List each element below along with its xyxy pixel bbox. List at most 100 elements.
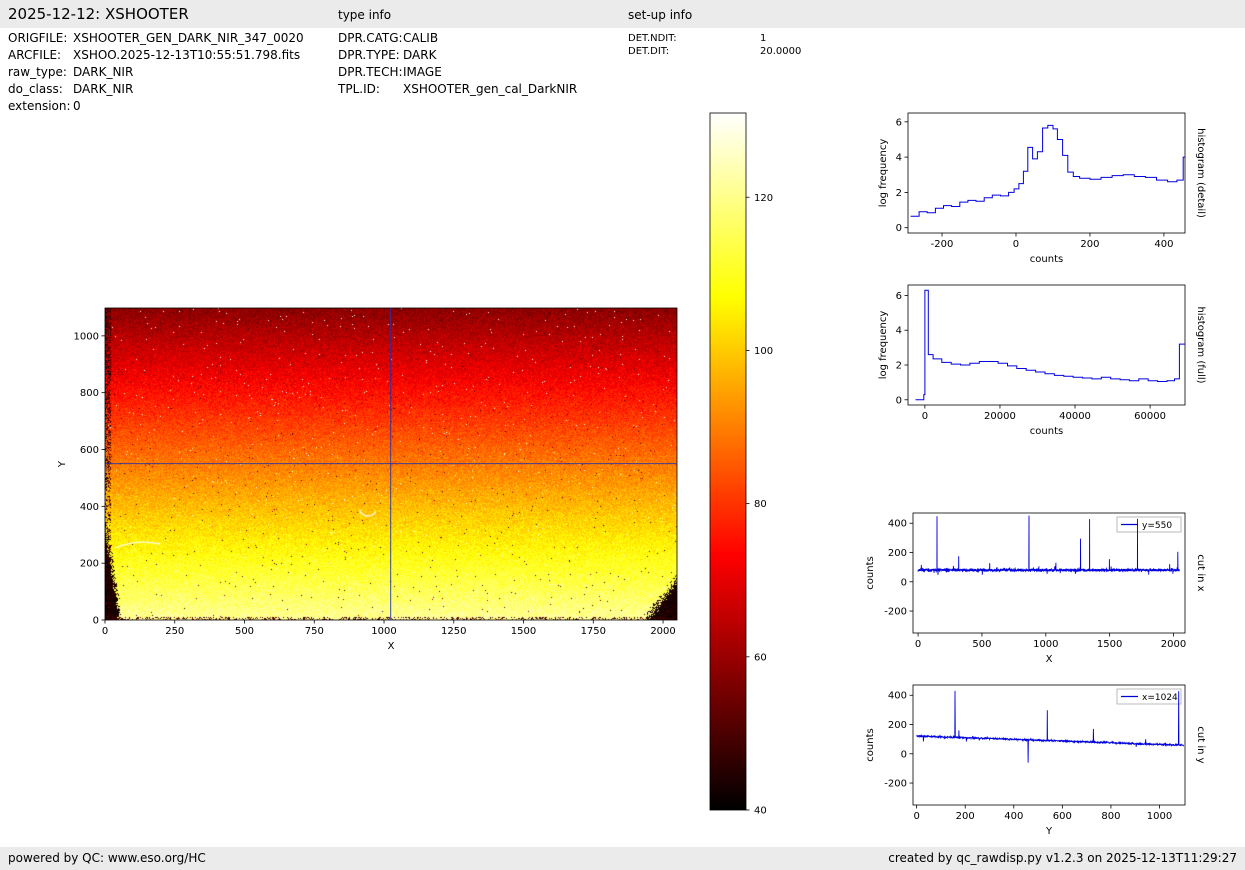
right-axis-label: histogram (detail)	[1195, 128, 1206, 218]
y-tick-label: 200	[888, 720, 907, 731]
field-value: XSHOO.2025-12-13T10:55:51.798.fits	[73, 48, 300, 62]
field-label: TPL.ID:	[338, 82, 403, 96]
axes-hist_detail: -20002004000246countslog frequencyhistog…	[878, 113, 1206, 265]
field-label: DPR.TYPE:	[338, 48, 403, 62]
field-value: 1	[760, 33, 766, 44]
y-tick-label: 0	[901, 749, 907, 760]
x-tick-label: 500	[972, 639, 991, 650]
x-tick-label: 40000	[1059, 411, 1091, 422]
y-axis-label: log frequency	[878, 311, 889, 380]
right-axis-label: cut in y	[1195, 726, 1206, 763]
x-tick-label: 0	[1013, 239, 1019, 250]
x-tick-label: 800	[1101, 811, 1120, 822]
x-axis-label: counts	[1030, 426, 1063, 437]
right-axis-label: cut in x	[1195, 554, 1206, 591]
x-tick-label: 0	[922, 411, 928, 422]
x-tick-label: 1750	[581, 626, 606, 637]
field-label: DPR.TECH:	[338, 65, 403, 79]
colorbar-tick-label: 40	[754, 806, 767, 817]
legend-cut_x: y=550	[1117, 517, 1181, 532]
field-value: DARK	[403, 48, 436, 62]
series-hist_full	[916, 290, 1186, 400]
x-tick-label: 250	[165, 626, 184, 637]
report-title: 2025-12-12: XSHOOTER	[8, 5, 189, 23]
x-tick-label: 1500	[1097, 639, 1122, 650]
y-axis-label: Y	[57, 460, 68, 468]
axes-cut_y: 02004006008001000-2000200400Ycountscut i…	[865, 685, 1206, 837]
series-cut_x	[918, 516, 1179, 575]
x-tick-label: 1250	[441, 626, 466, 637]
field-label: DET.DIT:	[628, 46, 760, 57]
field-value: IMAGE	[403, 65, 442, 79]
colorbar	[710, 113, 746, 810]
x-axis-label: counts	[1030, 254, 1063, 265]
x-tick-label: -200	[931, 239, 954, 250]
x-tick-label: 1000	[371, 626, 396, 637]
qc-report-page: 2025-12-12: XSHOOTER type info set-up in…	[0, 0, 1245, 870]
y-tick-label: 0	[896, 223, 902, 234]
meta-row-doclass: do_class:DARK_NIR	[8, 82, 133, 96]
y-tick-label: 0	[901, 577, 907, 588]
x-tick-label: 500	[235, 626, 254, 637]
y-tick-label: 200	[80, 559, 99, 570]
x-tick-label: 1500	[511, 626, 536, 637]
colorbar-tick-label: 60	[754, 652, 767, 663]
x-tick-label: 200	[1080, 239, 1099, 250]
x-tick-label: 400	[1004, 811, 1023, 822]
x-tick-label: 0	[915, 639, 921, 650]
footer-left-text: powered by QC: www.eso.org/HC	[8, 851, 206, 865]
type-info-heading: type info	[338, 8, 391, 22]
x-tick-label: 200	[956, 811, 975, 822]
axes-hist_full: 02000040000600000246countslog frequencyh…	[878, 285, 1206, 437]
y-tick-label: 800	[80, 388, 99, 399]
setup-info-heading: set-up info	[628, 8, 692, 22]
meta-row-dprtech: DPR.TECH:IMAGE	[338, 65, 442, 79]
x-tick-label: 400	[1154, 239, 1173, 250]
meta-row-rawtype: raw_type:DARK_NIR	[8, 65, 133, 79]
y-tick-label: 4	[896, 326, 902, 337]
x-tick-label: 600	[1053, 811, 1072, 822]
series-hist_detail	[911, 125, 1185, 216]
series-cut_y	[917, 691, 1184, 763]
x-tick-label: 0	[913, 811, 919, 822]
field-value: DARK_NIR	[73, 65, 133, 79]
field-label: DPR.CATG:	[338, 31, 403, 45]
field-label: raw_type:	[8, 65, 73, 79]
y-tick-label: 2	[896, 361, 902, 372]
y-tick-label: 1000	[74, 331, 99, 342]
footer-right-text: created by qc_rawdisp.py v1.2.3 on 2025-…	[888, 851, 1237, 865]
colorbar-tick-label: 100	[754, 346, 773, 357]
field-value: CALIB	[403, 31, 438, 45]
x-axis-label: X	[388, 641, 395, 652]
y-tick-label: 4	[896, 153, 902, 164]
y-tick-label: -200	[884, 607, 907, 618]
meta-row-detndit: DET.NDIT:1	[628, 33, 766, 44]
legend-label: y=550	[1142, 521, 1172, 531]
axes-cut_x: 0500100015002000-2000200400Xcountscut in…	[865, 513, 1206, 665]
y-tick-label: 200	[888, 548, 907, 559]
y-axis-label: counts	[865, 728, 876, 761]
legend-cut_y: x=1024	[1117, 689, 1181, 704]
x-tick-label: 20000	[984, 411, 1016, 422]
x-axis-label: X	[1046, 654, 1053, 665]
field-label: extension:	[8, 99, 73, 113]
field-label: do_class:	[8, 82, 73, 96]
field-label: ARCFILE:	[8, 48, 73, 62]
y-tick-label: -200	[884, 779, 907, 790]
right-axis-label: histogram (full)	[1195, 306, 1206, 383]
x-tick-label: 0	[102, 626, 108, 637]
y-tick-label: 400	[80, 502, 99, 513]
field-value: DARK_NIR	[73, 82, 133, 96]
y-tick-label: 400	[888, 519, 907, 530]
meta-row-arcfile: ARCFILE:XSHOO.2025-12-13T10:55:51.798.fi…	[8, 48, 300, 62]
y-tick-label: 6	[896, 291, 902, 302]
field-value: XSHOOTER_GEN_DARK_NIR_347_0020	[73, 31, 304, 45]
y-tick-label: 0	[896, 395, 902, 406]
field-label: ORIGFILE:	[8, 31, 73, 45]
meta-row-dprcatg: DPR.CATG:CALIB	[338, 31, 438, 45]
x-tick-label: 2000	[650, 626, 675, 637]
dark-frame-image	[105, 308, 677, 620]
y-axis-label: log frequency	[878, 139, 889, 208]
field-value: 20.0000	[760, 46, 801, 57]
x-tick-label: 1000	[1033, 639, 1058, 650]
